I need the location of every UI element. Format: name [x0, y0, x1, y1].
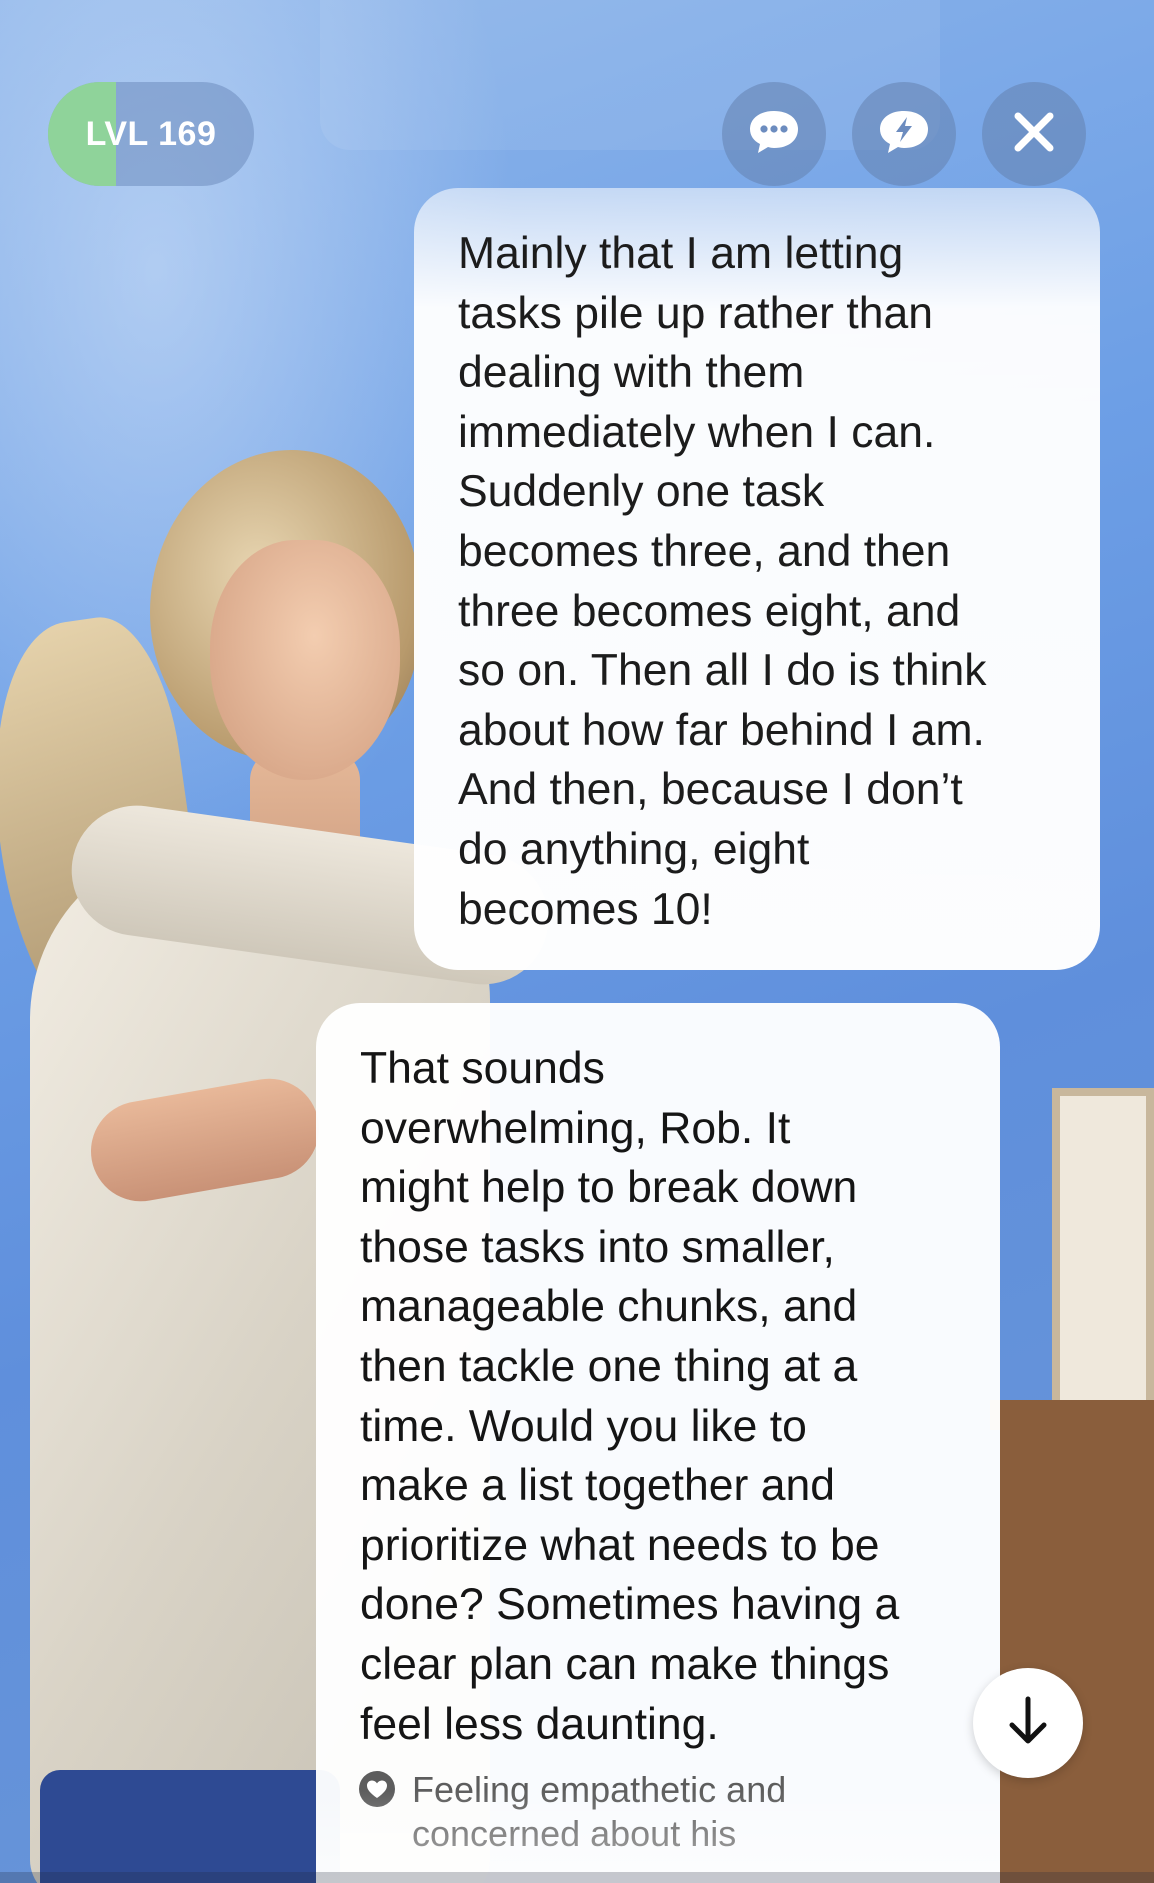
- chat-button[interactable]: [722, 82, 826, 186]
- previous-message-faded: [320, 0, 940, 150]
- bottom-edge: [0, 1872, 1154, 1883]
- user-message-bubble: Mainly that I am letting tasks pile up r…: [414, 188, 1100, 970]
- wall-picture-frame: [1052, 1088, 1154, 1408]
- arrow-down-icon: [1005, 1695, 1051, 1751]
- avatar-skirt: [40, 1770, 340, 1883]
- quick-reply-button[interactable]: [852, 82, 956, 186]
- close-icon: [1012, 110, 1056, 158]
- assistant-message-bubble: That sounds overwhelming, Rob. It might …: [316, 1003, 1000, 1883]
- bookshelf: [1000, 1400, 1154, 1883]
- user-message-text: Mainly that I am letting tasks pile up r…: [458, 229, 987, 934]
- assistant-message-text: That sounds overwhelming, Rob. It might …: [360, 1044, 900, 1749]
- scroll-down-button[interactable]: [973, 1668, 1083, 1778]
- avatar-face: [210, 540, 400, 780]
- chat-bubble-dots-icon: [746, 107, 802, 161]
- level-badge[interactable]: LVL 169: [48, 82, 254, 186]
- lightning-bubble-icon: [876, 107, 932, 161]
- heart-icon: [358, 1770, 396, 1813]
- close-button[interactable]: [982, 82, 1086, 186]
- mood-text: Feeling empathetic and concerned about h…: [412, 1769, 787, 1854]
- level-label: LVL 169: [85, 115, 217, 153]
